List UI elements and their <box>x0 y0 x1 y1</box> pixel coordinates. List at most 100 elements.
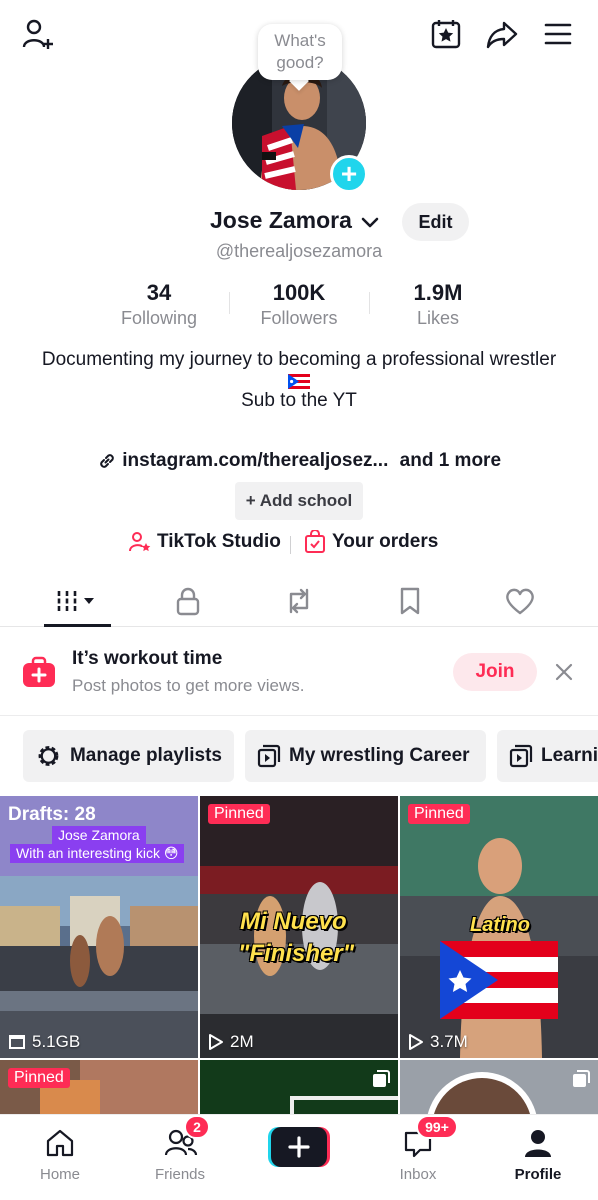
close-icon[interactable] <box>552 660 576 684</box>
nav-label: Inbox <box>399 1166 437 1183</box>
tab-reposts[interactable] <box>266 575 332 627</box>
video-thumbnail <box>200 1060 398 1114</box>
grid-filter-icon <box>57 591 94 611</box>
tab-videos[interactable] <box>44 575 110 627</box>
video-tile[interactable]: Pinned <box>0 1060 198 1114</box>
add-school-button[interactable]: + Add school <box>235 482 363 520</box>
edit-profile-button[interactable]: Edit <box>402 203 469 241</box>
chip-label: Learni <box>541 745 598 766</box>
playlist-chip[interactable]: My wrestling Career <box>245 730 486 782</box>
video-caption: Mi Nuevo <box>240 908 347 935</box>
bio-line: Documenting my journey to becoming a pro… <box>41 349 557 370</box>
add-friend-icon[interactable] <box>18 14 58 54</box>
heart-icon <box>506 588 534 615</box>
tiktok-studio-label: TikTok Studio <box>157 531 281 552</box>
bio: Documenting my journey to becoming a pro… <box>40 348 558 413</box>
divider <box>290 536 291 554</box>
tab-private[interactable] <box>155 575 221 627</box>
tab-liked[interactable] <box>487 575 553 627</box>
chevron-down-icon[interactable] <box>360 213 380 233</box>
chip-label: My wrestling Career <box>289 745 470 766</box>
stat-following[interactable]: 34 Following <box>89 280 229 329</box>
nav-label: Profile <box>514 1166 562 1183</box>
play-icon <box>409 1034 423 1050</box>
nav-friends[interactable]: 2 Friends <box>130 1115 230 1191</box>
menu-icon[interactable] <box>538 14 578 54</box>
storage-size: 5.1GB <box>8 1032 80 1052</box>
video-grid: Drafts: 28 Jose Zamora With an interesti… <box>0 796 598 1114</box>
your-orders-label: Your orders <box>332 531 439 552</box>
profile-icon <box>525 1130 551 1157</box>
tab-favorites[interactable] <box>377 575 443 627</box>
stat-followers[interactable]: 100K Followers <box>229 280 369 329</box>
video-tile[interactable]: Pinned Mi Nuevo "Finisher" 2M <box>200 796 398 1058</box>
nav-inbox[interactable]: 99+ Inbox <box>368 1115 468 1191</box>
display-name[interactable]: Jose Zamora <box>210 207 352 234</box>
drafts-count: Drafts: 28 <box>8 804 96 825</box>
calendar-star-icon[interactable] <box>426 14 466 54</box>
person-star-icon <box>129 532 151 552</box>
playlist-chip[interactable]: Learni <box>497 730 598 782</box>
your-orders-link[interactable]: Your orders <box>304 530 438 554</box>
chip-label: Manage playlists <box>69 745 222 766</box>
drafts-tile[interactable]: Drafts: 28 Jose Zamora With an interesti… <box>0 796 198 1058</box>
content-tabs <box>0 575 598 627</box>
status-bubble[interactable]: What's good? <box>258 24 342 80</box>
video-tile[interactable] <box>200 1060 398 1114</box>
name-row: Jose Zamora Edit <box>0 203 598 241</box>
promo-subtitle: Post photos to get more views. <box>72 676 305 695</box>
username: @therealjosezamora <box>215 241 383 261</box>
draft-caption: With an interesting kick 😳 <box>10 844 185 863</box>
storage-icon <box>9 1035 25 1049</box>
shopping-bag-icon <box>305 530 325 553</box>
multi-photo-icon <box>373 1070 390 1087</box>
share-icon[interactable] <box>482 14 522 54</box>
bookmark-icon <box>400 587 420 615</box>
join-button[interactable]: Join <box>453 653 537 691</box>
lock-icon <box>176 587 200 616</box>
stat-label: Following <box>120 308 198 328</box>
notification-badge: 99+ <box>416 1115 458 1139</box>
stat-label: Followers <box>260 308 338 328</box>
tiktok-studio-link[interactable]: TikTok Studio <box>128 530 281 554</box>
add-story-button[interactable]: + <box>330 155 368 193</box>
video-caption: "Finisher" <box>238 940 355 967</box>
bio-link[interactable]: instagram.com/therealjosez... and 1 more <box>0 450 598 472</box>
plus-icon <box>268 1127 330 1167</box>
nav-label: Home <box>39 1166 80 1183</box>
link-text[interactable]: instagram.com/therealjosez... <box>122 450 388 471</box>
create-button[interactable] <box>268 1127 330 1167</box>
pinned-badge: Pinned <box>208 804 270 824</box>
bag-plus-icon <box>23 656 55 687</box>
stat-label: Likes <box>416 308 460 328</box>
video-tile[interactable] <box>400 1060 598 1114</box>
playlists-row: Manage playlists My wrestling Career Lea… <box>0 730 598 782</box>
video-thumbnail <box>400 1060 598 1114</box>
stat-value: 100K <box>272 280 326 305</box>
view-count: 2M <box>208 1032 254 1052</box>
gear-icon <box>38 746 59 766</box>
playlist-icon <box>257 744 281 768</box>
workout-promo: It’s workout time Post photos to get mor… <box>0 628 598 716</box>
playlist-icon <box>509 744 533 768</box>
active-tab-indicator <box>44 624 111 627</box>
promo-title: It’s workout time <box>72 648 223 669</box>
manage-playlists-chip[interactable]: Manage playlists <box>23 730 234 782</box>
pinned-badge: Pinned <box>408 804 470 824</box>
link-more[interactable]: and 1 more <box>400 450 501 471</box>
nav-profile[interactable]: Profile <box>488 1121 588 1191</box>
stat-value: 34 <box>146 280 172 305</box>
creator-tools: TikTok Studio Your orders <box>0 530 598 560</box>
puerto-rico-flag-icon <box>288 374 310 389</box>
stat-likes[interactable]: 1.9M Likes <box>368 280 508 329</box>
profile-stats: 34 Following 100K Followers 1.9M Likes <box>0 280 598 332</box>
draft-caption: Jose Zamora <box>52 826 146 844</box>
video-tile[interactable]: Pinned Latino 3.7M <box>400 796 598 1058</box>
video-caption: Latino <box>470 914 530 936</box>
nav-home[interactable]: Home <box>10 1121 110 1191</box>
multi-photo-icon <box>573 1070 590 1087</box>
link-icon <box>100 454 114 468</box>
view-count: 3.7M <box>408 1032 468 1052</box>
bottom-nav: Home 2 Friends 99+ Inbox Profile <box>0 1114 598 1200</box>
storage-size-value: 5.1GB <box>32 1032 81 1051</box>
